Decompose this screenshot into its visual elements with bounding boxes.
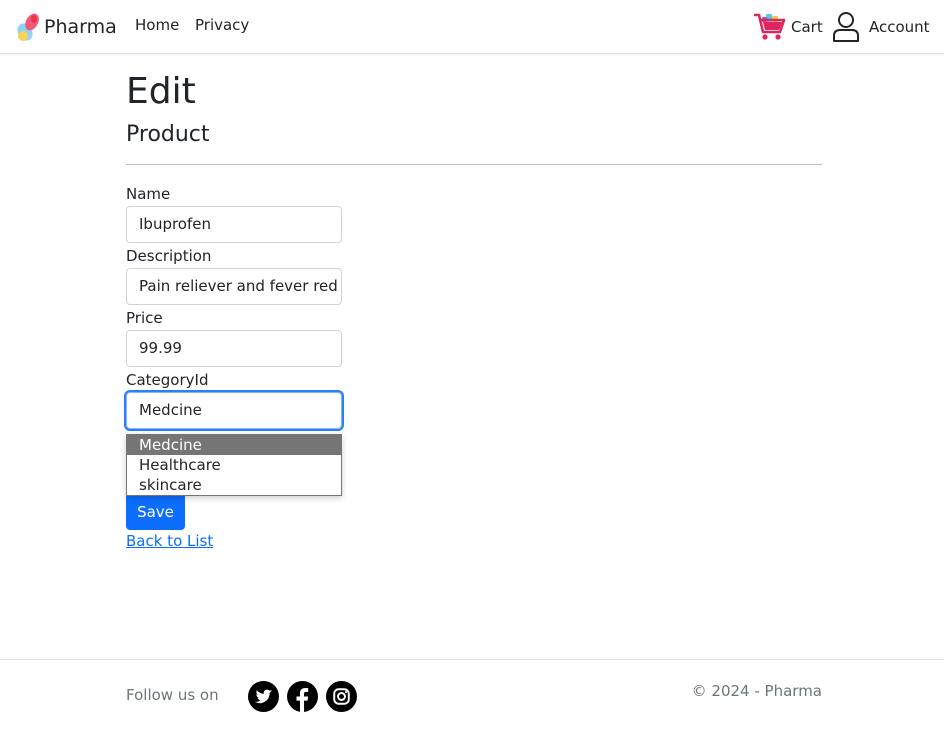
account-label: Account	[869, 18, 930, 36]
user-icon	[833, 12, 859, 42]
description-input[interactable]: Pain reliever and fever red	[126, 268, 342, 305]
save-button[interactable]: Save	[126, 495, 185, 530]
pill-logo-icon	[17, 13, 39, 41]
brand-name: Pharma	[44, 16, 117, 38]
category-option-skincare[interactable]: skincare	[127, 475, 341, 495]
instagram-icon[interactable]	[326, 681, 357, 712]
back-to-list-link[interactable]: Back to List	[126, 532, 213, 550]
page-subtitle: Product	[126, 122, 210, 147]
account-link[interactable]: Account	[832, 8, 930, 46]
category-option-healthcare[interactable]: Healthcare	[127, 455, 341, 475]
cart-label: Cart	[791, 18, 823, 36]
category-select[interactable]: Medcine	[126, 392, 342, 429]
brand-link[interactable]: Pharma	[14, 10, 117, 44]
divider	[126, 164, 822, 165]
copyright-text: © 2024 - Pharma	[691, 682, 822, 700]
price-input[interactable]: 99.99	[126, 330, 342, 367]
name-label: Name	[126, 185, 171, 203]
description-label: Description	[126, 247, 212, 265]
follow-us-text: Follow us on	[126, 686, 219, 704]
footer: Follow us on © 2024 - Pharma	[0, 659, 944, 737]
category-dropdown-list: Medcine Healthcare skincare	[126, 434, 342, 496]
cart-link[interactable]: Cart	[753, 8, 823, 46]
twitter-icon[interactable]	[248, 681, 279, 712]
nav-link-home[interactable]: Home	[135, 16, 179, 34]
navbar: Pharma Home Privacy Cart Account	[0, 0, 944, 54]
nav-link-privacy[interactable]: Privacy	[195, 16, 249, 34]
page-title: Edit	[126, 71, 196, 112]
shopping-cart-icon	[754, 13, 786, 40]
name-input[interactable]: Ibuprofen	[126, 206, 342, 243]
price-label: Price	[126, 309, 163, 327]
category-option-medcine[interactable]: Medcine	[127, 435, 341, 455]
facebook-icon[interactable]	[287, 681, 318, 712]
category-label: CategoryId	[126, 371, 209, 389]
